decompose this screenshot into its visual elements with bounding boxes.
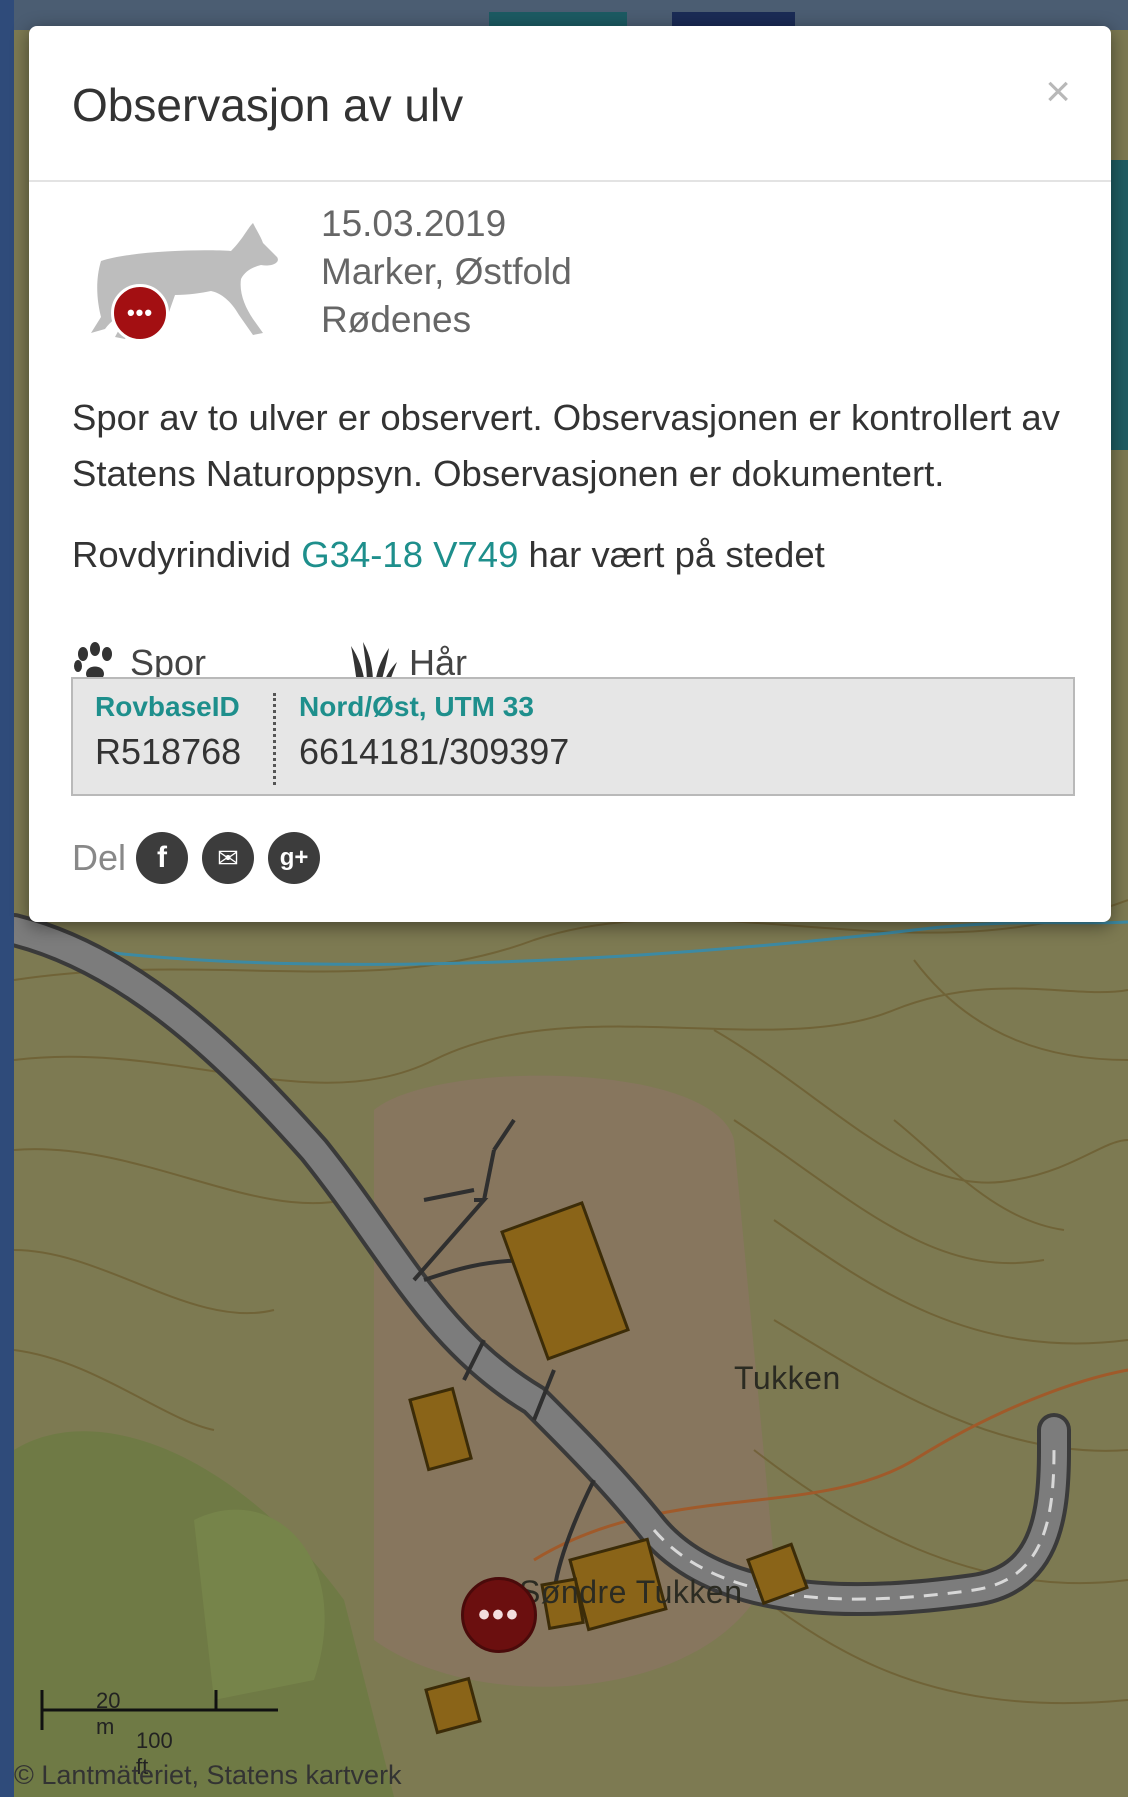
coords-column: Nord/Øst, UTM 33 6614181/309397 xyxy=(299,691,569,773)
wolf-status-badge: ••• xyxy=(111,284,169,342)
observation-location: Marker, Østfold xyxy=(321,251,572,292)
id-info-box: RovbaseID R518768 Nord/Øst, UTM 33 66141… xyxy=(71,677,1075,796)
close-icon[interactable]: × xyxy=(1045,70,1071,114)
observation-marker[interactable]: ••• xyxy=(461,1577,537,1653)
observation-place: Rødenes xyxy=(321,299,472,340)
individual-line: Rovdyrindivid G34-18 V749 har vært på st… xyxy=(72,534,825,576)
observation-date: 15.03.2019 xyxy=(321,203,507,244)
individual-prefix: Rovdyrindivid xyxy=(72,534,292,575)
share-label: Del xyxy=(72,837,127,878)
rovbase-column: RovbaseID R518768 xyxy=(95,691,241,773)
observation-modal: Observasjon av ulv × ••• 15.03.2019 Mark… xyxy=(29,26,1111,922)
place-label-sondre-tukken: Søndre Tukken xyxy=(519,1574,743,1610)
scale-meters: 20 m xyxy=(96,1688,121,1739)
map-attribution: © Lantmäteriet, Statens kartverk xyxy=(14,1760,402,1790)
forest-area xyxy=(194,1509,325,1700)
email-icon[interactable]: ✉ xyxy=(202,832,255,884)
modal-header: Observasjon av ulv × xyxy=(29,26,1111,182)
individual-link[interactable]: G34-18 V749 xyxy=(301,534,518,575)
facebook-icon[interactable]: f xyxy=(136,832,189,884)
rovbase-label: RovbaseID xyxy=(95,691,240,722)
column-divider xyxy=(273,693,276,785)
rovbase-value: R518768 xyxy=(95,731,242,772)
coords-label: Nord/Øst, UTM 33 xyxy=(299,691,534,722)
google-plus-icon[interactable]: g+ xyxy=(268,832,321,884)
place-label-tukken: Tukken xyxy=(734,1360,841,1396)
coords-value: 6614181/309397 xyxy=(299,731,570,772)
share-row: Del f ✉ g+ xyxy=(72,832,334,884)
modal-title: Observasjon av ulv xyxy=(72,79,464,131)
creek xyxy=(103,920,1128,966)
individual-suffix: har vært på stedet xyxy=(528,534,825,575)
observation-description: Spor av to ulver er observert. Observasj… xyxy=(72,397,1060,494)
wolf-icon xyxy=(91,223,278,339)
